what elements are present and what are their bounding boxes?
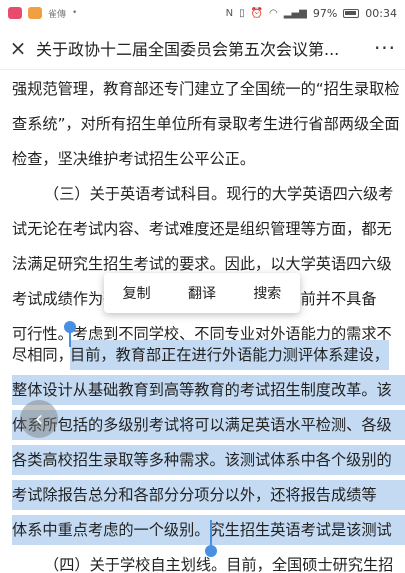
text-line: 尽相同， [12,346,73,364]
nfc-icon: N [225,7,234,19]
status-time: 00:34 [365,6,397,20]
carrier-label: 雀傳 [48,9,67,20]
alarm-icon: ⏰ [250,7,264,19]
wifi-icon: ◠ [269,7,278,19]
status-bar: 雀傳 • N ▯ ⏰ ◠ ▂▄▆ 97% 00:34 [0,0,405,26]
selected-text-line-last: 体系中重点考虑的一个级别。 [12,515,210,545]
gallery-icon [28,7,42,19]
translate-button[interactable]: 翻译 [182,283,222,303]
selected-text-line: 目前，教育部正在进行外语能力测评体系建设， [70,340,389,370]
battery-icon [343,8,360,18]
close-icon[interactable]: × [0,26,36,70]
text-line: （三）关于英语考试科目。现行的大学英语四六级考 [44,185,394,203]
notification-dot: • [72,8,78,18]
selection-end-handle[interactable] [205,545,217,557]
text-line: 试无论在考试内容、考试难度还是组织管理等方面，都无 [12,220,392,238]
selected-text-line: 考试除报告总分和各部分分项分以外，还将报告成绩等 [12,480,405,510]
text-line: 检查，坚决维护考试招生公平公正。 [12,150,255,168]
article-content: 强规范管理，教育部还专门建立了全国统一的“招生录取检 查系统”，对所有招生单位所… [0,70,405,573]
selected-text-line: 体系所包括的多级别考试将可以满足英语水平检测、各级 [12,410,405,440]
vibrate-icon: ▯ [239,7,245,19]
selected-text-line: 整体设计从基础教育到高等教育的考试招生制度改革。该 [12,375,405,405]
text-line: （四）关于学校自主划线。目前，全国硕士研究生招 [44,556,394,573]
app-notification-icon [8,7,22,19]
selection-start-handle[interactable] [64,321,76,333]
selected-text-line: 各类高校招生录取等多种需求。该测试体系中各个级别的 [12,445,405,475]
search-button[interactable]: 搜索 [247,283,287,303]
back-arrow-icon[interactable]: ‹ [20,400,58,438]
text-selection-menu: 复制 翻译 搜索 [104,273,300,313]
signal-icon: ▂▄▆ [283,7,307,19]
more-options-icon[interactable]: ··· [365,26,405,70]
battery-percent: 97% [312,6,338,20]
title-bar: × 关于政协十二届全国委员会第五次会议第... ··· [0,26,405,70]
text-line: 强规范管理，教育部还专门建立了全国统一的“招生录取检 [12,80,400,98]
selection-end-stem [210,520,212,548]
page-title: 关于政协十二届全国委员会第五次会议第... [36,39,340,59]
copy-button[interactable]: 复制 [117,283,157,303]
text-line: 查系统”，对所有招生单位所有录取考生进行省部两级全面 [12,115,400,133]
